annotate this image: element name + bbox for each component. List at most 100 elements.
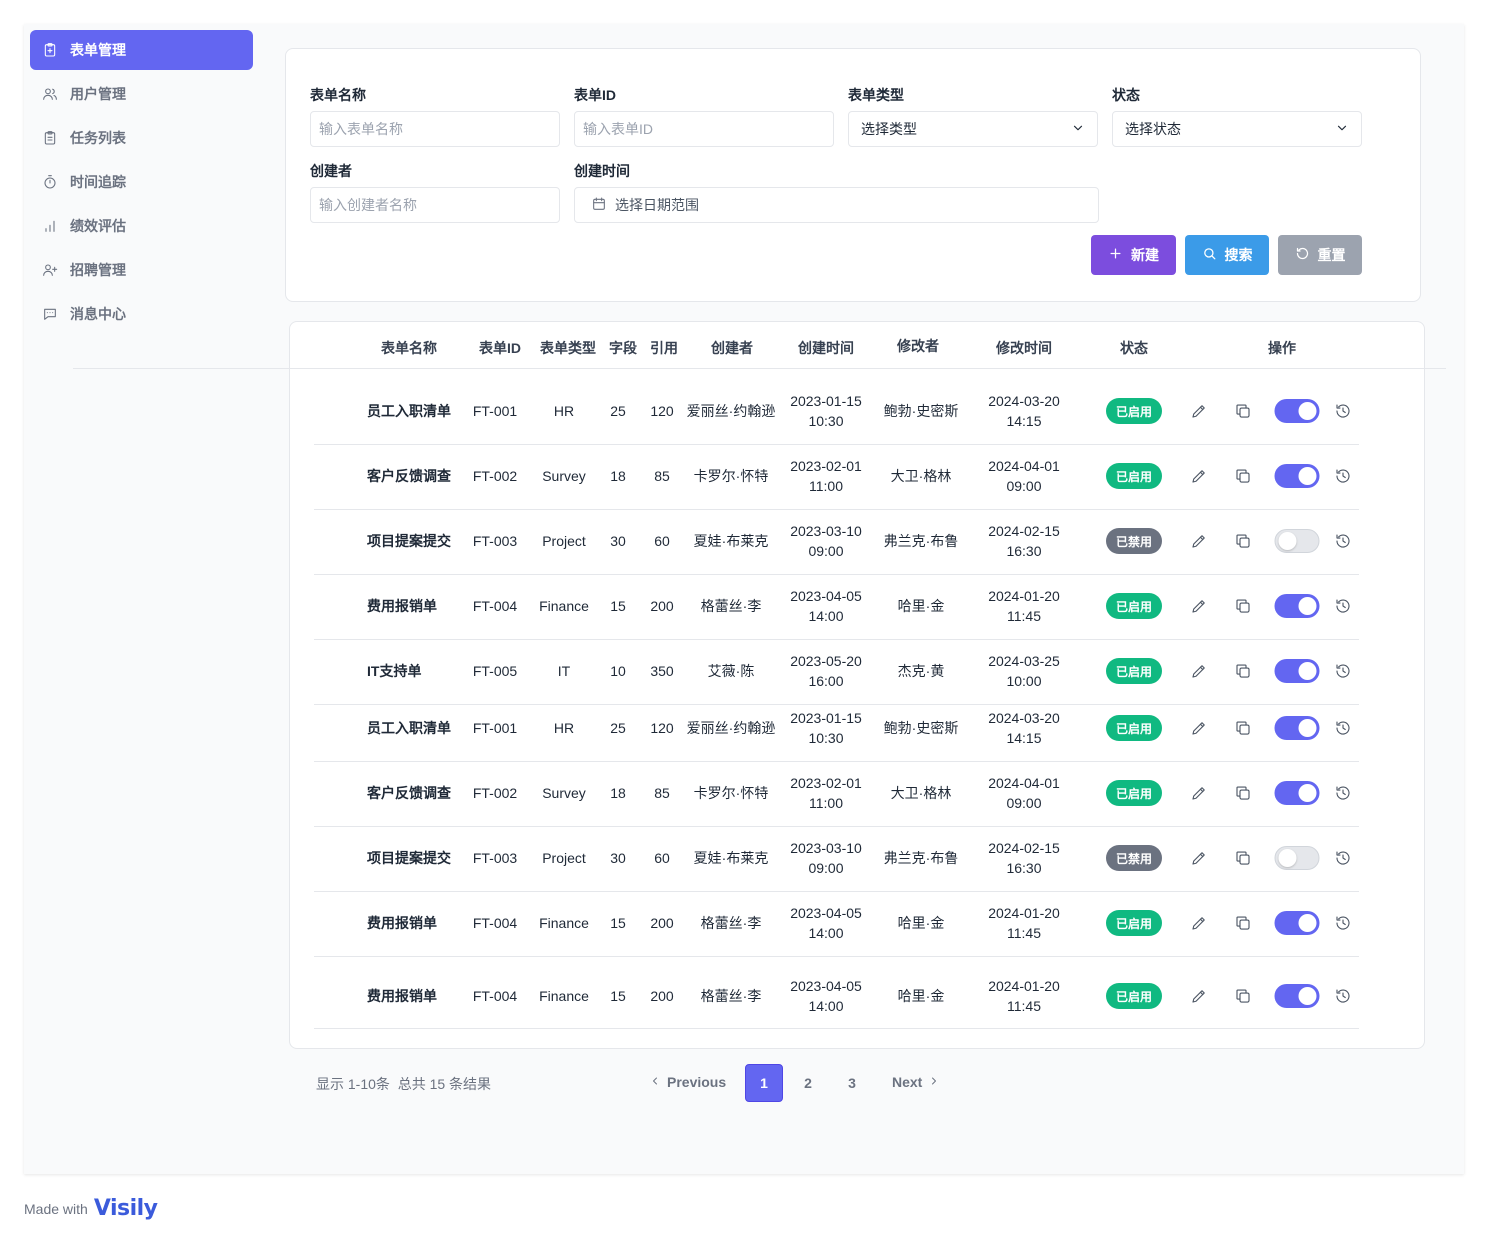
form-name-input[interactable] [319, 121, 551, 137]
col-header-form-type: 表单类型 [540, 340, 596, 356]
form-name-cell: 费用报销单 [367, 988, 437, 1004]
creator-input[interactable] [319, 197, 551, 213]
form-id-cell: FT-004 [472, 988, 518, 1004]
status-toggle[interactable] [1274, 716, 1320, 740]
status-toggle[interactable] [1274, 846, 1320, 870]
new-button[interactable]: 新建 [1091, 235, 1176, 275]
form-name-field: 表单名称 [310, 85, 560, 147]
chevron-right-icon [928, 1074, 940, 1090]
toggle-knob [1298, 597, 1317, 615]
edit-icon[interactable] [1190, 662, 1208, 680]
form-name-cell: 费用报销单 [367, 915, 437, 931]
copy-icon[interactable] [1234, 987, 1252, 1005]
search-button[interactable]: 搜索 [1185, 235, 1269, 275]
sidebar-item-task-list[interactable]: 任务列表 [30, 118, 253, 158]
previous-page-link[interactable]: Previous [649, 1074, 726, 1090]
copy-icon[interactable] [1234, 597, 1252, 615]
status-toggle[interactable] [1274, 529, 1320, 553]
history-icon[interactable] [1334, 467, 1352, 485]
status-toggle[interactable] [1274, 911, 1320, 935]
plus-icon [1108, 246, 1131, 264]
status-toggle[interactable] [1274, 781, 1320, 805]
modifier-cell: 大卫·格林 [890, 785, 952, 801]
history-icon[interactable] [1334, 719, 1352, 737]
sidebar: 表单管理 用户管理 任务列表 时间追踪 绩效评估 招聘管理 消息中心 [30, 30, 253, 338]
created-time-cell: 2023-03-10 09:00 [790, 840, 862, 876]
made-with-label: Made with [24, 1200, 88, 1217]
timer-icon [42, 174, 58, 190]
history-icon[interactable] [1334, 987, 1352, 1005]
refs-cell: 120 [650, 720, 674, 736]
creator-cell: 卡罗尔·怀特 [693, 785, 769, 801]
form-type-cell: IT [557, 663, 571, 679]
edit-icon[interactable] [1190, 719, 1208, 737]
fields-cell: 18 [610, 468, 626, 484]
date-range-picker[interactable]: 选择日期范围 [574, 187, 1099, 223]
sidebar-item-recruitment[interactable]: 招聘管理 [30, 250, 253, 290]
toggle-knob [1298, 784, 1317, 802]
form-id-cell: FT-002 [472, 785, 518, 801]
next-page-link[interactable]: Next [892, 1074, 940, 1090]
copy-icon[interactable] [1234, 467, 1252, 485]
status-badge: 已启用 [1106, 780, 1162, 806]
form-id-input[interactable] [583, 121, 825, 137]
refs-cell: 200 [650, 915, 674, 931]
history-icon[interactable] [1334, 784, 1352, 802]
creator-field: 创建者 [310, 161, 560, 223]
status-toggle[interactable] [1274, 464, 1320, 488]
modifier-cell: 杰克·黄 [897, 663, 945, 679]
col-header-modified-time: 修改时间 [996, 340, 1052, 356]
history-icon[interactable] [1334, 532, 1352, 550]
status-toggle[interactable] [1274, 399, 1320, 423]
toggle-knob [1298, 402, 1317, 420]
row-divider [314, 891, 1359, 892]
creator-cell: 艾薇·陈 [707, 663, 755, 679]
sidebar-item-user-management[interactable]: 用户管理 [30, 74, 253, 114]
history-icon[interactable] [1334, 849, 1352, 867]
edit-icon[interactable] [1190, 987, 1208, 1005]
form-id-cell: FT-002 [472, 468, 518, 484]
modified-time-cell: 2024-01-20 11:45 [988, 978, 1060, 1014]
form-type-value: 选择类型 [861, 121, 917, 137]
edit-icon[interactable] [1190, 849, 1208, 867]
history-icon[interactable] [1334, 662, 1352, 680]
made-with-visily[interactable]: Made with Visily [24, 1196, 158, 1221]
copy-icon[interactable] [1234, 532, 1252, 550]
form-id-field: 表单ID [574, 85, 834, 147]
status-select[interactable]: 选择状态 [1112, 111, 1362, 147]
search-icon [1202, 246, 1225, 264]
status-toggle[interactable] [1274, 659, 1320, 683]
edit-icon[interactable] [1190, 597, 1208, 615]
edit-icon[interactable] [1190, 784, 1208, 802]
sidebar-item-performance[interactable]: 绩效评估 [30, 206, 253, 246]
history-icon[interactable] [1334, 914, 1352, 932]
page-button-2[interactable]: 2 [789, 1064, 827, 1102]
created-time-cell: 2023-03-10 09:00 [790, 523, 862, 559]
reset-button[interactable]: 重置 [1278, 235, 1362, 275]
row-divider [314, 639, 1359, 640]
page-button-3[interactable]: 3 [833, 1064, 871, 1102]
status-toggle[interactable] [1274, 594, 1320, 618]
row-divider [314, 509, 1359, 510]
sidebar-item-messages[interactable]: 消息中心 [30, 294, 253, 334]
toggle-knob [1298, 467, 1317, 485]
sidebar-item-form-management[interactable]: 表单管理 [30, 30, 253, 70]
edit-icon[interactable] [1190, 914, 1208, 932]
history-icon[interactable] [1334, 597, 1352, 615]
copy-icon[interactable] [1234, 719, 1252, 737]
copy-icon[interactable] [1234, 402, 1252, 420]
form-type-select[interactable]: 选择类型 [848, 111, 1098, 147]
copy-icon[interactable] [1234, 784, 1252, 802]
form-id-cell: FT-004 [472, 598, 518, 614]
edit-icon[interactable] [1190, 402, 1208, 420]
previous-label: Previous [667, 1074, 727, 1090]
copy-icon[interactable] [1234, 662, 1252, 680]
history-icon[interactable] [1334, 402, 1352, 420]
copy-icon[interactable] [1234, 849, 1252, 867]
page-button-1[interactable]: 1 [745, 1064, 783, 1102]
status-toggle[interactable] [1274, 984, 1320, 1008]
edit-icon[interactable] [1190, 467, 1208, 485]
copy-icon[interactable] [1234, 914, 1252, 932]
edit-icon[interactable] [1190, 532, 1208, 550]
sidebar-item-time-tracking[interactable]: 时间追踪 [30, 162, 253, 202]
